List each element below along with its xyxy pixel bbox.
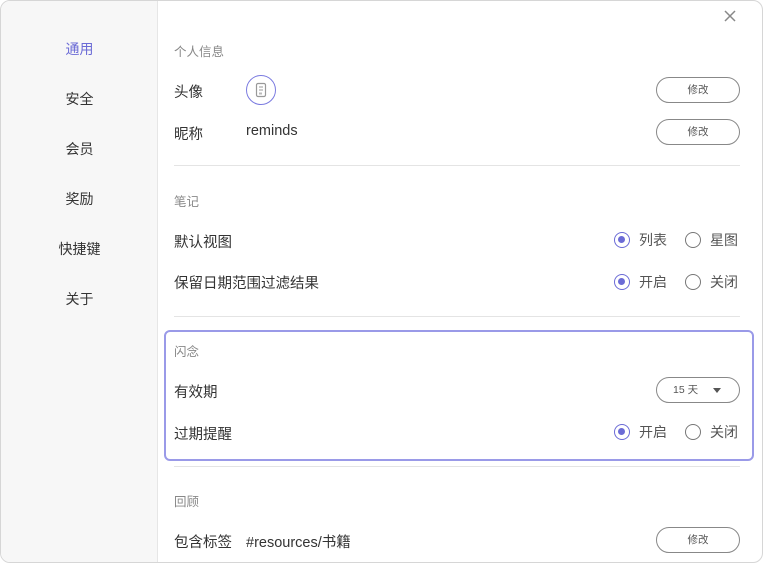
sidebar-item-security[interactable]: 安全 xyxy=(1,84,158,114)
validity-label: 有效期 xyxy=(174,385,218,401)
sidebar-item-about[interactable]: 关于 xyxy=(1,284,158,314)
chevron-down-icon xyxy=(713,388,721,393)
reminder-label: 过期提醒 xyxy=(174,427,232,443)
section-title-notes: 笔记 xyxy=(174,195,200,209)
nickname-label: 昵称 xyxy=(174,127,203,143)
radio-circle xyxy=(614,232,630,248)
nickname-edit-button[interactable]: 修改 xyxy=(656,119,740,145)
tags-edit-button[interactable]: 修改 xyxy=(656,527,740,553)
avatar-label: 头像 xyxy=(174,85,203,101)
sidebar-item-rewards[interactable]: 奖励 xyxy=(1,184,158,214)
divider xyxy=(174,316,740,317)
radio-circle xyxy=(685,274,701,290)
radio-label: 开启 xyxy=(639,274,667,290)
sidebar-item-general[interactable]: 通用 xyxy=(1,34,158,64)
default-view-radio-group: 列表 星图 xyxy=(614,229,744,251)
reminder-radio-group: 开启 关闭 xyxy=(614,421,744,443)
radio-list-view[interactable]: 列表 xyxy=(614,229,667,251)
radio-label: 关闭 xyxy=(710,424,738,440)
radio-circle xyxy=(614,424,630,440)
radio-reminder-on[interactable]: 开启 xyxy=(614,421,667,443)
default-view-label: 默认视图 xyxy=(174,235,232,251)
section-title-flash: 闪念 xyxy=(174,345,200,359)
divider xyxy=(174,466,740,467)
divider xyxy=(174,165,740,166)
tags-value: #resources/书籍 xyxy=(246,535,351,551)
keep-filter-radio-group: 开启 关闭 xyxy=(614,271,744,293)
radio-label: 开启 xyxy=(639,424,667,440)
radio-keep-filter-off[interactable]: 关闭 xyxy=(685,271,738,293)
section-title-review: 回顾 xyxy=(174,495,200,509)
radio-circle xyxy=(685,232,701,248)
sidebar-item-membership[interactable]: 会员 xyxy=(1,134,158,164)
nickname-value: reminds xyxy=(246,123,298,139)
radio-star-view[interactable]: 星图 xyxy=(685,229,738,251)
radio-label: 星图 xyxy=(710,232,738,248)
section-title-personal: 个人信息 xyxy=(174,45,225,59)
radio-label: 关闭 xyxy=(710,274,738,290)
avatar-placeholder-icon xyxy=(255,82,267,98)
settings-window: 通用 安全 会员 奖励 快捷键 关于 个人信息 头像 修改 昵称 reminds… xyxy=(0,0,763,563)
avatar xyxy=(246,75,276,105)
radio-reminder-off[interactable]: 关闭 xyxy=(685,421,738,443)
sidebar: 通用 安全 会员 奖励 快捷键 关于 xyxy=(1,1,158,562)
validity-select[interactable]: 15 天 xyxy=(656,377,740,403)
radio-label: 列表 xyxy=(639,232,667,248)
radio-keep-filter-on[interactable]: 开启 xyxy=(614,271,667,293)
sidebar-item-shortcuts[interactable]: 快捷键 xyxy=(1,234,158,264)
radio-circle xyxy=(685,424,701,440)
keep-filter-label: 保留日期范围过滤结果 xyxy=(174,276,319,292)
validity-value: 15 天 xyxy=(673,384,699,396)
radio-circle xyxy=(614,274,630,290)
tags-label: 包含标签 xyxy=(174,535,232,551)
avatar-edit-button[interactable]: 修改 xyxy=(656,77,740,103)
settings-content: 个人信息 头像 修改 昵称 reminds 修改 笔记 默认视图 列表 星图 保… xyxy=(158,1,762,562)
